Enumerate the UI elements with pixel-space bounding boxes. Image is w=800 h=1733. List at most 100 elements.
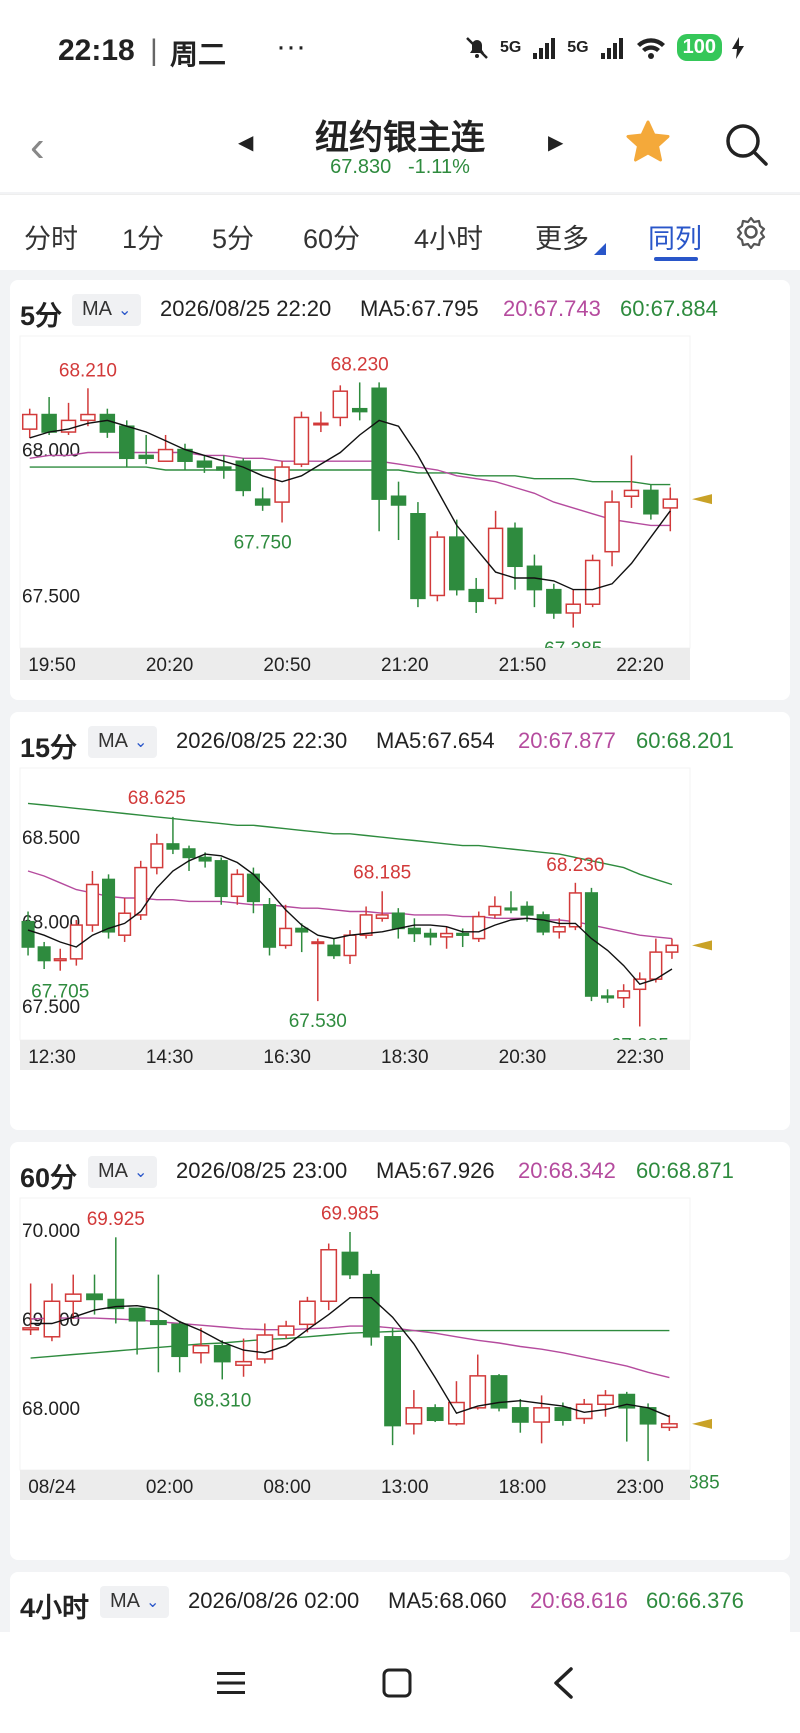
menu-icon[interactable]	[216, 1670, 246, 1696]
instrument-quote: 67.830 -1.11%	[0, 156, 800, 179]
candle-body	[332, 390, 349, 419]
x-tick-label: 22:30	[616, 1047, 664, 1068]
candle-body	[166, 843, 180, 850]
price-change: -1.11%	[407, 156, 470, 178]
last-price-marker	[692, 494, 712, 505]
candle-body	[617, 990, 631, 999]
x-tick-label: 20:30	[499, 1047, 547, 1068]
x-tick-label: 20:20	[146, 655, 194, 676]
candle-body	[504, 907, 518, 911]
candlestick-chart-15min[interactable]: 68.50068.00067.50067.70568.62567.53068.1…	[10, 712, 790, 1130]
candle-body	[37, 946, 51, 962]
candle-body	[256, 1334, 274, 1360]
y-tick-label: 68.000	[22, 1399, 80, 1420]
home-icon[interactable]	[382, 1668, 412, 1698]
ma-selector[interactable]: MA ⌄	[100, 1586, 170, 1618]
candle-body	[277, 1325, 295, 1336]
candle-body	[86, 1293, 103, 1301]
tab-multi-period[interactable]: 同列	[648, 217, 702, 256]
candle-body	[22, 1327, 40, 1331]
candle-body	[341, 1251, 359, 1276]
candle-body	[230, 873, 244, 898]
x-tick-label: 19:50	[28, 655, 76, 676]
instrument-header: ‹ ◀ 纽约银主连 67.830 -1.11% ▶	[0, 100, 800, 192]
network-label-2: 5G	[567, 38, 589, 56]
wifi-icon	[636, 37, 665, 59]
candle-body	[520, 905, 534, 916]
candle-body	[293, 416, 310, 465]
candle-body	[375, 914, 389, 920]
candle-body	[554, 1407, 572, 1422]
candle-body	[313, 422, 329, 426]
candle-body	[391, 912, 405, 930]
candle-body	[449, 536, 465, 591]
candle-body	[279, 927, 293, 947]
gear-icon[interactable]	[734, 215, 768, 249]
extreme-price-label: 69.925	[87, 1209, 145, 1230]
x-tick-label: 12:30	[28, 1047, 76, 1068]
chart-panel-15min: 15分 MA ⌄ 2026/08/25 22:30 MA5:67.654 20:6…	[10, 712, 790, 1130]
panel-header: 4小时 MA ⌄ 2026/08/26 02:00 MA5:68.060 20:6…	[10, 1572, 790, 1628]
ma-label: MA	[110, 1590, 140, 1612]
ma5-value: MA5:68.060	[388, 1588, 507, 1613]
candle-body	[536, 914, 550, 933]
candle-body	[157, 448, 174, 462]
candle-body	[119, 425, 135, 460]
active-tab-indicator	[654, 257, 698, 261]
chart-panel-4hour: 4小时 MA ⌄ 2026/08/26 02:00 MA5:68.060 20:6…	[10, 1572, 790, 1632]
candle-body	[665, 944, 679, 953]
tab-timeshare[interactable]: 分时	[24, 217, 78, 256]
candle-body	[407, 927, 421, 935]
candle-body	[327, 944, 341, 957]
candle-body	[552, 925, 566, 933]
system-navigation-bar	[0, 1632, 800, 1733]
candle-body	[584, 892, 599, 997]
candle-body	[43, 1300, 61, 1338]
candle-body	[511, 1407, 529, 1423]
x-tick-label: 18:30	[381, 1047, 429, 1068]
ma20-value: 20:68.616	[530, 1588, 628, 1613]
candle-body	[362, 1273, 380, 1338]
candle-body	[254, 498, 271, 506]
candle-body	[472, 915, 486, 940]
next-instrument-icon[interactable]: ▶	[548, 130, 563, 155]
x-tick-label: 23:00	[616, 1477, 664, 1498]
search-icon[interactable]	[722, 120, 770, 168]
tab-more[interactable]: 更多	[535, 217, 589, 256]
chart-panel-60min: 60分 MA ⌄ 2026/08/25 23:00 MA5:67.926 20:6…	[10, 1142, 790, 1560]
candle-body	[410, 513, 426, 600]
ma60-value: 60:66.376	[646, 1588, 744, 1613]
chart-panel-5min: 5分 MA ⌄ 2026/08/25 22:20 MA5:67.795 20:67…	[10, 280, 790, 700]
candle-body	[134, 866, 148, 916]
candle-body	[182, 848, 196, 859]
candle-body	[565, 603, 581, 614]
candle-body	[41, 413, 57, 433]
extreme-price-label: 68.230	[546, 855, 604, 876]
clock: 22:18	[58, 34, 135, 67]
tab-5min[interactable]: 5分	[212, 217, 254, 256]
x-tick-label: 02:00	[146, 1477, 194, 1498]
candlestick-chart-5min[interactable]: 68.00067.50068.21067.75068.23067.38519:5…	[10, 280, 790, 700]
candle-body	[64, 1293, 82, 1303]
favorite-star-icon[interactable]	[624, 118, 672, 166]
candle-body	[235, 1360, 252, 1366]
back-icon[interactable]	[552, 1666, 574, 1700]
y-tick-label: 67.500	[22, 586, 80, 607]
tab-1min[interactable]: 1分	[122, 217, 164, 256]
tab-60min[interactable]: 60分	[303, 217, 360, 256]
candle-body	[371, 387, 387, 500]
extreme-price-label: 68.230	[331, 354, 389, 375]
candlestick-chart-60min[interactable]: 70.00069.00068.00069.92568.31069.98567.3…	[10, 1142, 790, 1560]
candle-body	[643, 489, 659, 515]
candle-body	[198, 856, 212, 862]
extreme-price-label: 67.750	[234, 533, 292, 554]
candle-body	[196, 460, 213, 468]
candle-body	[80, 413, 96, 422]
candle-body	[533, 1407, 551, 1423]
last-price-marker	[692, 940, 712, 951]
x-tick-label: 14:30	[146, 1047, 194, 1068]
chevron-down-icon: ⌄	[146, 1594, 160, 1611]
extreme-price-label: 68.625	[128, 788, 186, 809]
candle-body	[359, 914, 373, 936]
tab-4hour[interactable]: 4小时	[414, 217, 483, 256]
